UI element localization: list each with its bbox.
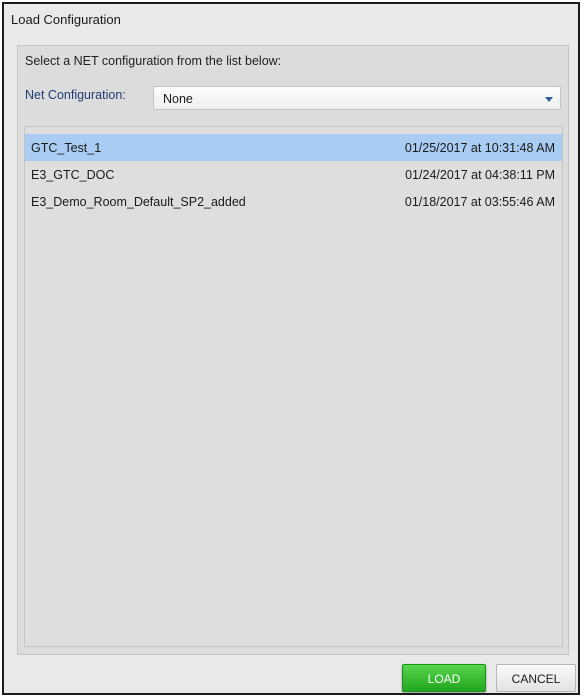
cancel-button[interactable]: CANCEL: [496, 664, 576, 692]
instruction-text: Select a NET configuration from the list…: [25, 54, 282, 68]
list-item[interactable]: E3_GTC_DOC 01/24/2017 at 04:38:11 PM: [25, 161, 562, 188]
chevron-down-icon: [545, 97, 553, 102]
list-item[interactable]: GTC_Test_1 01/25/2017 at 10:31:48 AM: [25, 134, 562, 161]
configuration-name: GTC_Test_1: [31, 141, 102, 155]
configuration-name: E3_GTC_DOC: [31, 168, 115, 182]
net-configuration-select[interactable]: None: [153, 86, 561, 110]
content-panel: Select a NET configuration from the list…: [17, 45, 569, 655]
net-configuration-value: None: [163, 92, 193, 106]
load-button[interactable]: LOAD: [402, 664, 486, 692]
dialog-title: Load Configuration: [11, 12, 121, 27]
configuration-date: 01/25/2017 at 10:31:48 AM: [404, 141, 555, 155]
configuration-date: 01/24/2017 at 04:38:11 PM: [405, 168, 555, 182]
configuration-name: E3_Demo_Room_Default_SP2_added: [31, 195, 246, 209]
configuration-list[interactable]: GTC_Test_1 01/25/2017 at 10:31:48 AM E3_…: [24, 126, 563, 647]
configuration-date: 01/18/2017 at 03:55:46 AM: [404, 195, 555, 209]
load-configuration-dialog: Load Configuration Select a NET configur…: [2, 2, 580, 695]
list-item[interactable]: E3_Demo_Room_Default_SP2_added 01/18/201…: [25, 188, 562, 215]
net-configuration-label: Net Configuration:: [25, 88, 126, 102]
